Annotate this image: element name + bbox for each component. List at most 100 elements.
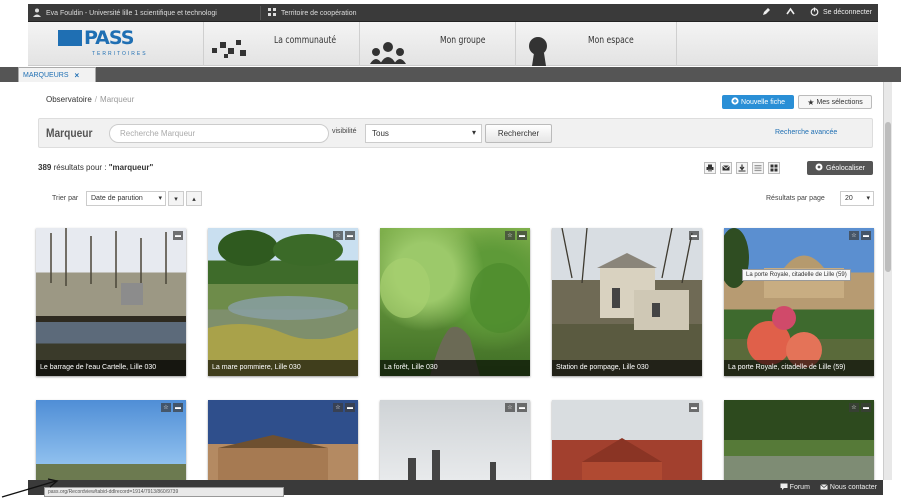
pond-illustration: [208, 230, 358, 376]
comment-icon[interactable]: ▬: [689, 231, 699, 240]
search-input[interactable]: Recherche Marqueur: [109, 124, 329, 143]
search-button[interactable]: Rechercher: [485, 124, 552, 143]
sort-asc-button[interactable]: ▴: [186, 191, 202, 206]
card-image: [36, 400, 186, 480]
marker-card[interactable]: ☆ ▬: [724, 400, 874, 480]
marker-card[interactable]: ☆ ▬ La mare pommiere, Lille 030: [208, 228, 358, 376]
vertical-scrollbar[interactable]: [883, 82, 892, 480]
contact-link[interactable]: Nous contacter: [820, 483, 877, 492]
advanced-search-link[interactable]: Recherche avancée: [775, 129, 837, 136]
comment-icon[interactable]: ▬: [345, 403, 355, 412]
chevron-down-icon: ▾: [174, 195, 178, 203]
nav-my-space[interactable]: Mon espace: [516, 22, 676, 66]
marker-card[interactable]: ☆ ▬: [36, 400, 186, 480]
porte-royale-illustration: [724, 228, 844, 368]
main-content: Observatoire / Marqueur Nouvelle fiche ★ M…: [18, 82, 883, 480]
grid-view-icon[interactable]: [768, 162, 780, 174]
power-icon: [810, 7, 820, 17]
marker-card[interactable]: ☆ ▬ La forêt, Lille 030: [380, 228, 530, 376]
nav-community[interactable]: La communauté: [204, 22, 359, 66]
marker-card[interactable]: ☆ ▬: [380, 400, 530, 480]
card-caption: Station de pompage, Lille 030: [552, 360, 702, 376]
chat-icon: [780, 483, 788, 492]
card-actions: ☆ ▬: [505, 403, 527, 412]
status-bar-url: pass.org/Recordview/tabid-ddlrecord=1914…: [44, 487, 284, 497]
comment-icon[interactable]: ▬: [517, 231, 527, 240]
view-toolbar: [704, 162, 780, 174]
visibility-label: visibilité: [332, 128, 357, 135]
caret-down-icon: ▾: [471, 128, 476, 137]
star-icon: ★: [807, 97, 815, 107]
per-page-label: Résultats par page: [766, 195, 825, 202]
comment-icon[interactable]: ▬: [173, 231, 183, 240]
star-icon[interactable]: ☆: [505, 231, 515, 240]
nav-my-group[interactable]: Mon groupe: [360, 22, 515, 66]
contact-label: Nous contacter: [829, 484, 877, 491]
card-actions: ▬: [173, 231, 183, 240]
search-title: Marqueur: [46, 126, 93, 140]
forum-label: Forum: [789, 484, 810, 491]
marker-card[interactable]: ▬ Le barrage de l'eau Cartelle, Lille 03…: [36, 228, 186, 376]
user-menu[interactable]: Eva Fouldin - Université lille 1 scienti…: [33, 8, 217, 18]
pass-logo[interactable]: PASS TERRITOIRES: [58, 27, 148, 61]
search-panel: Marqueur Recherche Marqueur visibilité T…: [38, 118, 873, 148]
tab-markers-label: MARQUEURS: [23, 71, 69, 79]
forum-link[interactable]: Forum: [780, 483, 810, 492]
logout-label: Se déconnecter: [822, 8, 872, 16]
breadcrumb-separator: /: [94, 95, 98, 104]
nav-my-space-label: Mon espace: [588, 35, 634, 46]
card-image: [724, 228, 874, 376]
marker-card[interactable]: ☆ ▬ La porte Royale, citadelle de Lille …: [724, 228, 874, 376]
geolocate-label: Géolocaliser: [826, 164, 865, 172]
comment-icon[interactable]: ▬: [173, 403, 183, 412]
grid-icon: [268, 8, 278, 18]
logo-text: PASS: [84, 27, 134, 49]
star-icon[interactable]: ☆: [161, 403, 171, 412]
results-text: résultats pour :: [53, 163, 107, 172]
chevron-up-icon[interactable]: [786, 7, 796, 17]
visibility-value: Tous: [372, 129, 389, 138]
star-icon[interactable]: ☆: [505, 403, 515, 412]
territory-menu[interactable]: Territoire de coopération: [268, 8, 357, 18]
scrollbar-thumb[interactable]: [885, 122, 891, 272]
star-icon[interactable]: ☆: [333, 231, 343, 240]
card-caption: La mare pommiere, Lille 030: [208, 360, 358, 376]
my-selections-button[interactable]: ★ Mes sélections: [798, 95, 872, 109]
print-icon[interactable]: [704, 162, 716, 174]
trees-illustration: [36, 228, 186, 322]
mail-icon[interactable]: [720, 162, 732, 174]
tab-markers[interactable]: MARQUEURS ×: [18, 67, 96, 82]
comment-icon[interactable]: ▬: [517, 403, 527, 412]
visibility-select[interactable]: Tous ▾: [365, 124, 482, 143]
breadcrumb: Observatoire / Marqueur: [46, 95, 134, 104]
per-page-value: 20: [845, 195, 853, 202]
marker-card[interactable]: ☆ ▬: [208, 400, 358, 480]
sort-desc-button[interactable]: ▾: [168, 191, 184, 206]
marker-card[interactable]: ▬: [552, 400, 702, 480]
breadcrumb-root[interactable]: Observatoire: [46, 95, 92, 104]
star-icon[interactable]: ☆: [333, 403, 343, 412]
comment-icon[interactable]: ▬: [861, 403, 871, 412]
results-count: 389: [38, 163, 52, 172]
new-sheet-button[interactable]: Nouvelle fiche: [722, 95, 794, 109]
list-view-icon[interactable]: [752, 162, 764, 174]
comment-icon[interactable]: ▬: [861, 231, 871, 240]
comment-icon[interactable]: ▬: [345, 231, 355, 240]
comment-icon[interactable]: ▬: [689, 403, 699, 412]
star-icon[interactable]: ☆: [849, 231, 859, 240]
star-icon[interactable]: ☆: [849, 403, 859, 412]
card-actions: ☆ ▬: [849, 403, 871, 412]
my-selections-label: Mes sélections: [816, 98, 863, 106]
building-illustration: [218, 435, 328, 480]
per-page-select[interactable]: 20 ▾: [840, 191, 874, 206]
results-summary: 389 résultats pour : "marqueur": [38, 163, 153, 172]
towers-illustration: [408, 450, 496, 480]
sort-select[interactable]: Date de parution ▾: [86, 191, 166, 206]
edit-icon[interactable]: [762, 7, 772, 17]
close-icon[interactable]: ×: [75, 71, 80, 80]
community-icon: [212, 40, 246, 58]
download-icon[interactable]: [736, 162, 748, 174]
marker-card[interactable]: ▬ Station de pompage, Lille 030: [552, 228, 702, 376]
logout-link[interactable]: Se déconnecter: [810, 7, 872, 17]
geolocate-button[interactable]: Géolocaliser: [807, 161, 873, 175]
